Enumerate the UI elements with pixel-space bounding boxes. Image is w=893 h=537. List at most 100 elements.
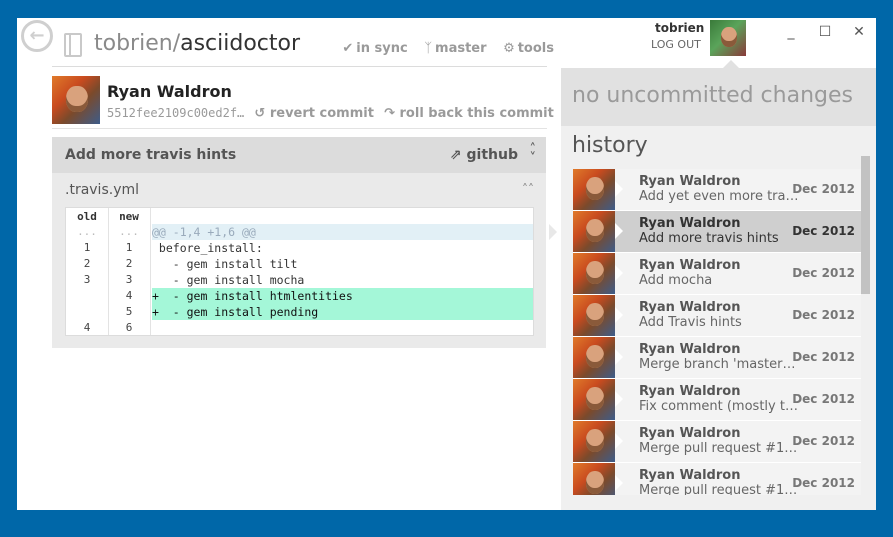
file-diff-panel: .travis.yml ˄˄ old new ...... @@ -1,4 +1,…	[52, 173, 546, 348]
diff-header: old new	[66, 208, 150, 224]
repo-owner[interactable]: tobrien	[94, 31, 173, 56]
checkmark-icon: ✔	[342, 41, 354, 56]
history-author: Ryan Waldron	[639, 174, 741, 189]
history-item-notch	[615, 223, 623, 239]
diff-line: 4 + - gem install htmlentities	[66, 288, 533, 304]
logout-link[interactable]: LOG OUT	[651, 38, 701, 51]
diff-rows: ...... @@ -1,4 +1,6 @@ 1 1 before_install: 2…	[66, 224, 533, 336]
history-item[interactable]: Ryan WaldronMerge pull request #13 fromD…	[573, 463, 861, 495]
commit-header: Ryan Waldron 5512fee2109c00ed2f… ↺ rever…	[52, 76, 554, 128]
history-item[interactable]: Ryan WaldronAdd yet even more travis hin…	[573, 169, 861, 211]
diff-line: 3 3 - gem install mocha	[66, 272, 533, 288]
new-line-number: 2	[125, 257, 133, 270]
window-controls: _ ☐ ✕	[774, 24, 876, 40]
collapse-file-icon[interactable]: ˄˄	[522, 182, 534, 196]
history-author-avatar	[573, 211, 615, 252]
diff-line: ...... @@ -1,4 +1,6 @@	[66, 224, 533, 240]
history-message: Add Travis hints	[639, 315, 742, 330]
status-text: no uncommitted changes	[572, 83, 853, 108]
history-message: Merge pull request #13 from	[639, 483, 799, 495]
old-line-number: 2	[83, 257, 91, 270]
diff-code: - gem install tilt	[152, 257, 298, 271]
diff-line: 2 2 - gem install tilt	[66, 256, 533, 272]
history-list: Ryan WaldronAdd yet even more travis hin…	[573, 169, 861, 495]
history-author: Ryan Waldron	[639, 342, 741, 357]
user-avatar[interactable]	[710, 20, 746, 56]
history-message: Add mocha	[639, 273, 713, 288]
sync-status-label: in sync	[356, 41, 408, 56]
new-line-number: 3	[125, 273, 133, 286]
history-item-notch	[615, 475, 623, 491]
history-item[interactable]: Ryan Waldron Merge branch 'master' of Dec …	[573, 337, 861, 379]
old-line-number: 3	[83, 273, 91, 286]
history-item-notch	[615, 307, 623, 323]
history-author: Ryan Waldron	[639, 258, 741, 273]
history-date: Dec 2012	[792, 182, 855, 196]
commit-author: Ryan Waldron	[107, 82, 232, 101]
history-author: Ryan Waldron	[639, 384, 741, 399]
history-scrollbar[interactable]	[861, 156, 870, 504]
diff-line: 46	[66, 320, 533, 336]
history-item-notch	[615, 391, 623, 407]
history-message: Add more travis hints	[639, 231, 779, 246]
scrollbar-thumb[interactable]	[861, 156, 870, 294]
history-author-avatar	[573, 421, 615, 462]
diff-code: @@ -1,4 +1,6 @@	[152, 224, 533, 240]
history-author-avatar	[573, 463, 615, 495]
old-line-number: 4	[83, 321, 91, 334]
diff-code: + - gem install pending	[152, 304, 533, 320]
branch-label: master	[435, 41, 487, 56]
history-title: history	[572, 133, 648, 158]
new-line-number: ...	[119, 225, 139, 238]
revert-commit-label: revert commit	[269, 106, 374, 121]
diff-file-name[interactable]: .travis.yml	[65, 182, 139, 198]
history-author-avatar	[573, 337, 615, 378]
history-date: Dec 2012	[792, 308, 855, 322]
status-notch	[723, 60, 739, 68]
close-icon[interactable]: ✕	[842, 24, 876, 40]
sync-status-button[interactable]: ✔ in sync	[342, 41, 407, 56]
tools-button[interactable]: ⚙ tools	[503, 41, 554, 56]
history-date: Dec 2012	[792, 476, 855, 490]
diff-col-new: new	[119, 210, 139, 223]
history-message: Merge pull request #13 from	[639, 441, 799, 456]
commit-divider	[52, 128, 547, 129]
history-item[interactable]: Ryan Waldron Add mocha Dec 2012	[573, 253, 861, 295]
github-link[interactable]: ⇗ github	[450, 147, 518, 163]
back-arrow-icon[interactable]: ←	[21, 20, 53, 52]
repo-header: tobrien/asciidoctor ✔ in sync ᛉ master ⚙ to…	[64, 28, 554, 64]
repo-name[interactable]: asciidoctor	[180, 31, 300, 56]
repo-separator: /	[172, 31, 181, 56]
branch-icon: ᛉ	[424, 41, 433, 56]
history-author-avatar	[573, 169, 615, 210]
history-author: Ryan Waldron	[639, 300, 741, 315]
history-author: Ryan Waldron	[639, 216, 741, 231]
history-item[interactable]: Ryan WaldronMerge pull request #13 fromD…	[573, 421, 861, 463]
history-date: Dec 2012	[792, 350, 855, 364]
history-item-notch	[615, 181, 623, 197]
maximize-icon[interactable]: ☐	[808, 24, 842, 40]
history-date: Dec 2012	[792, 266, 855, 280]
history-item[interactable]: Ryan Waldron Add more travis hints Dec 201…	[573, 211, 861, 253]
history-item-notch	[615, 433, 623, 449]
github-label: github	[466, 147, 518, 163]
revert-commit-button[interactable]: ↺ revert commit	[254, 106, 374, 121]
new-line-number: 6	[125, 321, 133, 334]
commit-sha[interactable]: 5512fee2109c00ed2f…	[107, 106, 244, 120]
repo-actions: ✔ in sync ᛉ master ⚙ tools	[330, 41, 554, 56]
history-author-avatar	[573, 253, 615, 294]
history-item[interactable]: Ryan Waldron Add Travis hints Dec 2012	[573, 295, 861, 337]
history-item-notch	[615, 265, 623, 281]
rollback-commit-button[interactable]: ↷ roll back this commit	[384, 106, 554, 121]
history-item[interactable]: Ryan WaldronFix comment (mostly to test)…	[573, 379, 861, 421]
new-line-number: 5	[125, 305, 133, 318]
diff-col-old: old	[77, 210, 97, 223]
expand-collapse-icon[interactable]: ˄ ˅	[530, 143, 537, 165]
new-line-number: 4	[125, 289, 133, 302]
minimize-icon[interactable]: _	[774, 24, 808, 40]
branch-button[interactable]: ᛉ master	[424, 41, 486, 56]
tools-label: tools	[517, 41, 554, 56]
history-date: Dec 2012	[792, 224, 855, 238]
diff-table: old new ...... @@ -1,4 +1,6 @@ 1 1 before_i…	[65, 207, 534, 336]
old-line-number: 1	[83, 241, 91, 254]
